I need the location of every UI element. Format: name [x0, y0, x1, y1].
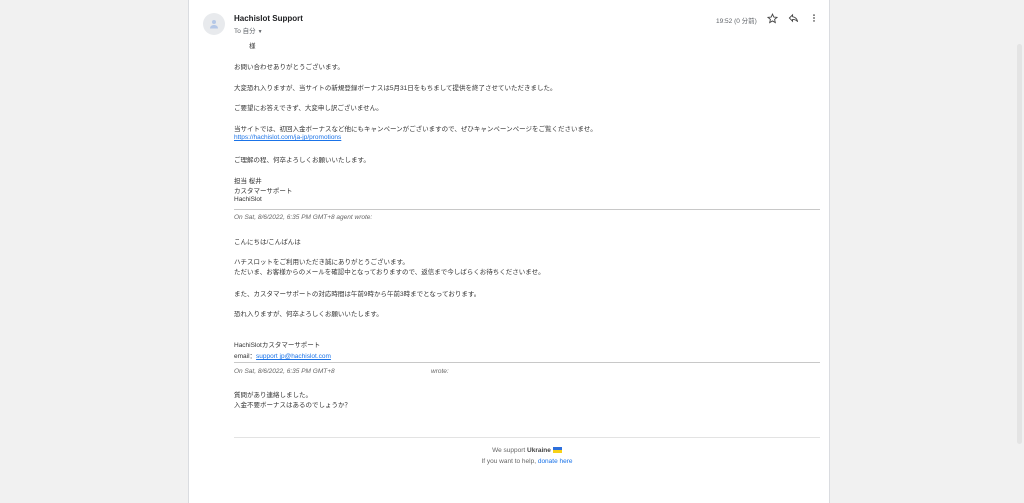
- quote-line: また、カスタマーサポートの対応時間は午前9時から午前3時までとなっております。: [234, 291, 481, 298]
- email-panel: [188, 0, 830, 503]
- quote-line: 恐れ入りますが、何卒よろしくお願いいたします。: [234, 311, 383, 318]
- star-icon: [766, 12, 778, 24]
- ukraine-support-line: We support Ukraine: [234, 447, 820, 454]
- support-email-link[interactable]: support jp@hachislot.com: [256, 353, 331, 360]
- signature-line: カスタマーサポート: [234, 188, 293, 195]
- message-line: お問い合わせありがとうございます。: [234, 64, 344, 71]
- quote2-line: 質問があり連絡しました。: [234, 392, 312, 399]
- avatar: [203, 13, 225, 35]
- recipient-label: To 自分: [234, 28, 256, 35]
- donate-link[interactable]: donate here: [538, 458, 573, 465]
- donate-line: If you want to help, donate here: [234, 458, 820, 465]
- sender-name: Hachislot Support: [234, 14, 303, 23]
- quote-divider: [234, 362, 820, 363]
- quote-line: ただいま、お客様からのメールを確認中となっておりますので、返信まで今しばらくお待…: [234, 269, 545, 276]
- more-vert-icon: [813, 14, 815, 22]
- support-text: We support: [492, 447, 526, 454]
- email-label: email：: [234, 353, 257, 360]
- message-line: ご要望にお答えできず、大変申し訳ございません。: [234, 105, 383, 112]
- promotions-link[interactable]: https://hachislot.com/ja-jp/promotions: [234, 134, 341, 141]
- quote2-header-wrote: wrote:: [431, 368, 449, 375]
- recipient-dropdown[interactable]: To 自分 ▼: [234, 25, 263, 35]
- ukraine-flag-icon: [552, 447, 562, 453]
- signature-line: HachiSlot: [234, 196, 262, 203]
- scrollbar[interactable]: [1017, 44, 1022, 444]
- closing-line: ご理解の程、何卒よろしくお願いいたします。: [234, 157, 370, 164]
- message-line: 当サイトでは、初回入金ボーナスなど他にもキャンペーンがございますので、ぜひキャン…: [234, 126, 597, 133]
- quote-divider: [234, 209, 820, 210]
- country-name: Ukraine: [527, 447, 551, 454]
- signature-line: 担当 桜井: [234, 178, 262, 185]
- quote2-line: 入金不要ボーナスはあるのでしょうか？: [234, 402, 351, 409]
- reply-icon: [788, 13, 798, 22]
- caret-down-icon: ▼: [257, 29, 263, 35]
- quote-line: ハチスロットをご利用いただき誠にありがとうございます。: [234, 259, 409, 266]
- message-line: 大変恐れ入りますが、当サイトの新規登録ボーナスは5月31日をもちまして提供を終了…: [234, 85, 557, 92]
- salutation: 様: [249, 43, 256, 50]
- quote-header: On Sat, 8/6/2022, 6:35 PM GMT+8 agent wr…: [234, 214, 373, 221]
- more-options-button[interactable]: [807, 11, 821, 25]
- quote2-header: On Sat, 8/6/2022, 6:35 PM GMT+8: [234, 368, 335, 375]
- quote-email-row: email：support jp@hachislot.com: [234, 350, 331, 360]
- quote-signature: HachiSlotカスタマーサポート: [234, 342, 321, 349]
- reply-button[interactable]: [786, 11, 800, 25]
- footer-divider: [234, 437, 820, 438]
- star-button[interactable]: [765, 11, 779, 25]
- timestamp: 19:52 (0 分前): [716, 18, 757, 25]
- help-text: If you want to help,: [481, 458, 537, 465]
- person-icon: [210, 20, 218, 29]
- quote-greeting: こんにちは/こんばんは: [234, 239, 301, 246]
